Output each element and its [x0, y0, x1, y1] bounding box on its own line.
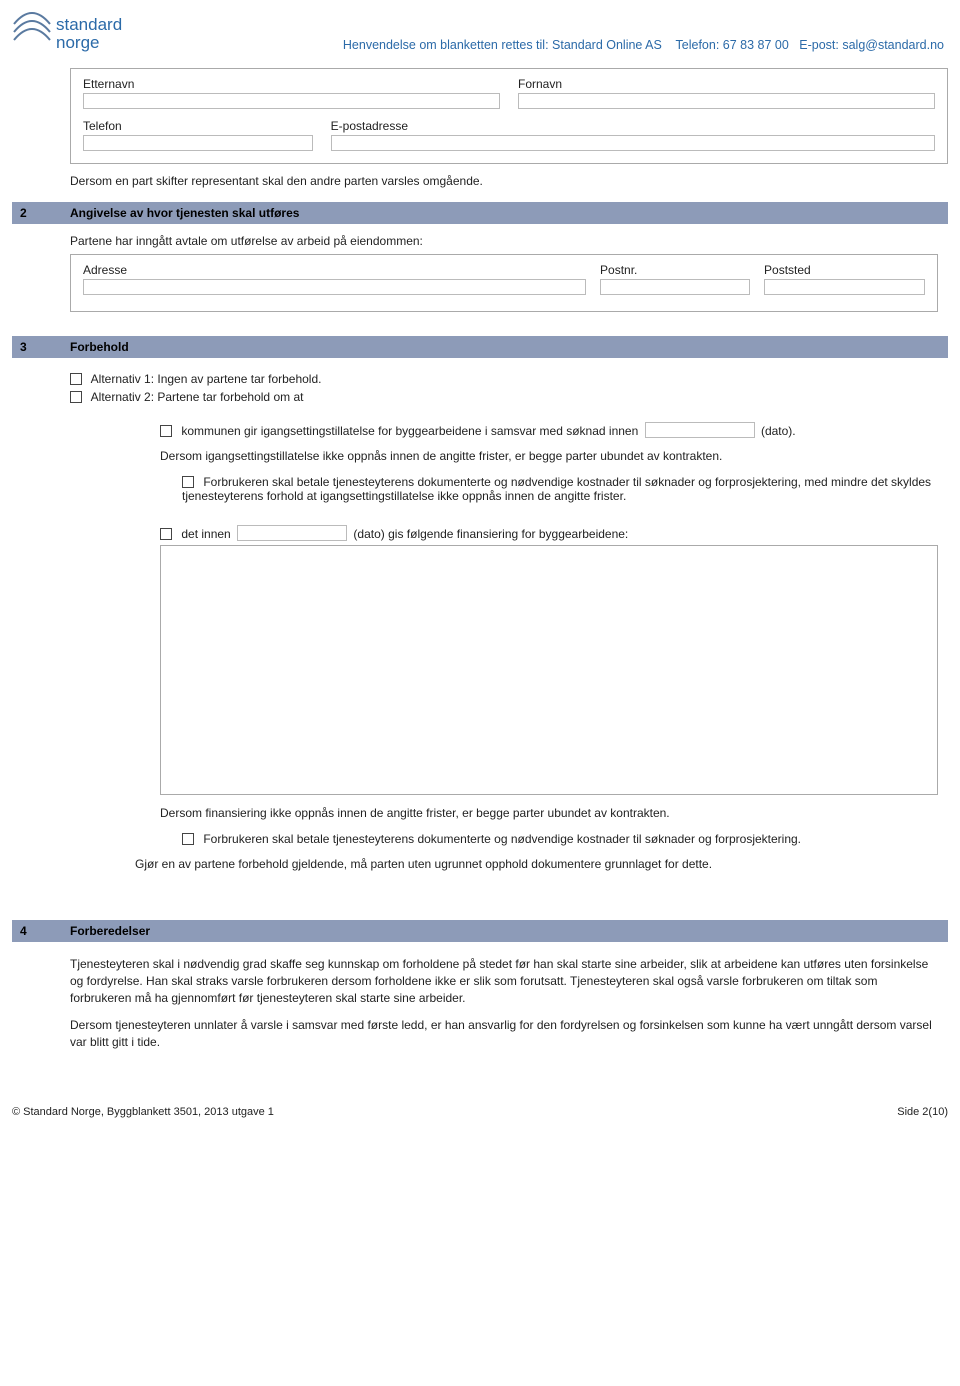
kommune-text: kommunen gir igangsettingstillatelse for…: [181, 424, 638, 438]
email-value: salg@standard.no: [842, 38, 944, 52]
forbruker1-text: Forbrukeren skal betale tjenesteyterens …: [182, 475, 931, 503]
logo-text-top: standard: [56, 15, 122, 34]
input-poststed[interactable]: [764, 279, 925, 295]
checkbox-alt2[interactable]: [70, 391, 82, 403]
label-etternavn: Etternavn: [83, 77, 500, 91]
checkbox-alt1[interactable]: [70, 373, 82, 385]
alt2-label: Alternativ 2: Partene tar forbehold om a…: [91, 390, 304, 404]
forbruker2-text: Forbrukeren skal betale tjenesteyterens …: [203, 832, 801, 846]
checkbox-forbruker1[interactable]: [182, 476, 194, 488]
detinnen-suffix: (dato) gis følgende finansiering for byg…: [353, 527, 628, 541]
input-kommune-dato[interactable]: [645, 422, 755, 438]
contact-prefix: Henvendelse om blanketten rettes til: St…: [343, 38, 662, 52]
header-contact: Henvendelse om blanketten rettes til: St…: [137, 10, 948, 52]
input-postnr[interactable]: [600, 279, 750, 295]
section4-header: 4 Forberedelser: [12, 920, 948, 942]
section4-num: 4: [12, 924, 52, 938]
finans-para: Dersom finansiering ikke oppnås innen de…: [160, 805, 938, 822]
label-postnr: Postnr.: [600, 263, 750, 277]
label-fornavn: Fornavn: [518, 77, 935, 91]
checkbox-detinnen[interactable]: [160, 528, 172, 540]
input-etternavn[interactable]: [83, 93, 500, 109]
phone-value: 67 83 87 00: [723, 38, 789, 52]
label-epost: E-postadresse: [331, 119, 935, 133]
brand-logo: standard norge: [12, 10, 137, 60]
input-telefon[interactable]: [83, 135, 313, 151]
section3-header: 3 Forbehold: [12, 336, 948, 358]
detinnen-prefix: det innen: [181, 527, 230, 541]
section2-title: Angivelse av hvor tjenesten skal utføres: [52, 206, 299, 220]
section2-header: 2 Angivelse av hvor tjenesten skal utfør…: [12, 202, 948, 224]
kommune-dato-suffix: (dato).: [761, 424, 796, 438]
address-box: Adresse Postnr. Poststed: [70, 254, 938, 312]
checkbox-forbruker2[interactable]: [182, 833, 194, 845]
textarea-finansiering[interactable]: [160, 545, 938, 795]
footer-left: © Standard Norge, Byggblankett 3501, 201…: [12, 1106, 274, 1118]
input-fornavn[interactable]: [518, 93, 935, 109]
label-poststed: Poststed: [764, 263, 925, 277]
checkbox-kommune[interactable]: [160, 425, 172, 437]
section4-p1: Tjenesteyteren skal i nødvendig grad ska…: [70, 956, 938, 1006]
section3-closing: Gjør en av partene forbehold gjeldende, …: [135, 856, 938, 873]
section4-title: Forberedelser: [52, 924, 150, 938]
label-adresse: Adresse: [83, 263, 586, 277]
footer-right: Side 2(10): [897, 1106, 948, 1118]
phone-label: Telefon:: [676, 38, 720, 52]
label-telefon: Telefon: [83, 119, 313, 133]
kommune-para: Dersom igangsettingstillatelse ikke oppn…: [160, 448, 938, 465]
input-epost[interactable]: [331, 135, 935, 151]
contact-box: Etternavn Fornavn Telefon E-postadresse: [70, 68, 948, 164]
section4-p2: Dersom tjenesteyteren unnlater å varsle …: [70, 1017, 938, 1051]
alt1-label: Alternativ 1: Ingen av partene tar forbe…: [91, 372, 322, 386]
section2-intro: Partene har inngått avtale om utførelse …: [70, 234, 938, 248]
section1-note: Dersom en part skifter representant skal…: [70, 174, 948, 188]
section3-title: Forbehold: [52, 340, 129, 354]
section3-num: 3: [12, 340, 52, 354]
input-detinnen-dato[interactable]: [237, 525, 347, 541]
logo-text-bottom: norge: [56, 33, 99, 52]
email-label: E-post:: [799, 38, 839, 52]
input-adresse[interactable]: [83, 279, 586, 295]
section2-num: 2: [12, 206, 52, 220]
